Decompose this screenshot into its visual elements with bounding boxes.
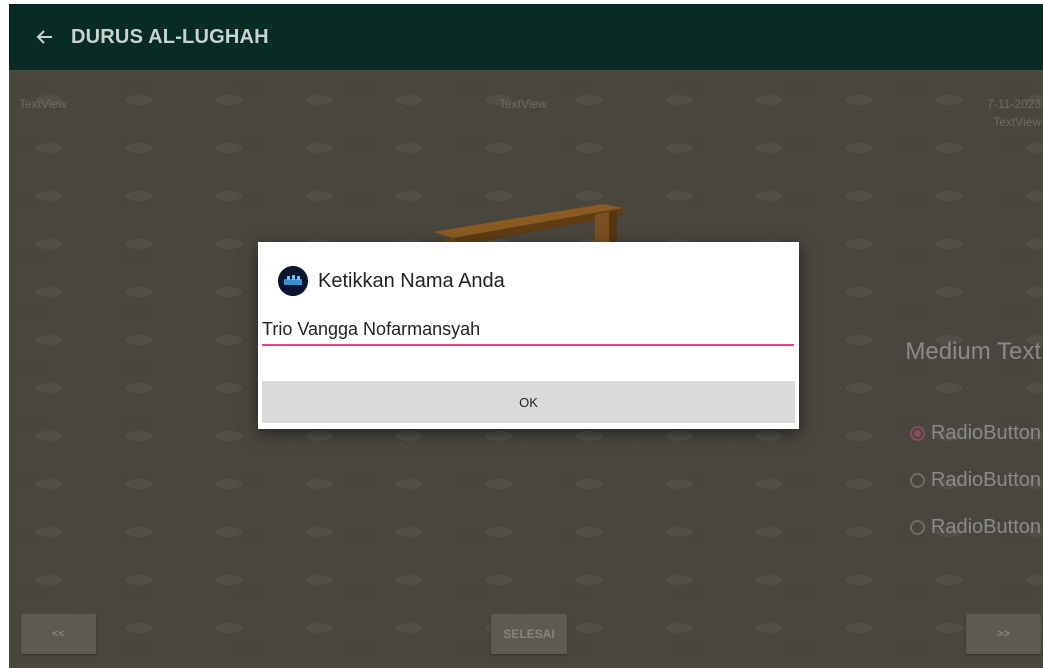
radio-label: RadioButton [930,516,1041,538]
finish-button[interactable]: SELESAI [491,614,567,654]
next-button[interactable]: >> [966,614,1041,654]
radio-checked-icon [909,426,925,441]
textview-center: TextView [499,97,547,111]
app-window: DURUS AL-LUGHAH TextView TextView 7-11-2… [9,4,1043,668]
app-toolbar: DURUS AL-LUGHAH [9,4,1043,70]
arrow-left-icon [36,30,52,44]
answer-radio-group: RadioButton RadioButton RadioButton [909,410,1041,551]
radio-unchecked-icon [909,473,925,488]
name-input[interactable] [262,316,794,346]
back-button[interactable] [33,25,57,49]
radio-label: RadioButton [930,422,1041,444]
toolbar-title: DURUS AL-LUGHAH [71,25,269,48]
radio-unchecked-icon [909,520,925,535]
dialog-title: Ketikkan Nama Anda [318,269,505,292]
radio-option-2[interactable]: RadioButton [909,457,1041,504]
ok-button[interactable]: OK [262,381,795,423]
name-dialog: Ketikkan Nama Anda OK [258,242,799,429]
date-label: 7-11-2023 [987,97,1041,111]
medium-text: Medium Text [905,338,1041,365]
textview-right: TextView [993,115,1041,129]
textview-left: TextView [19,97,67,111]
radio-option-1[interactable]: RadioButton [909,410,1041,457]
radio-label: RadioButton [930,469,1041,491]
dialog-header: Ketikkan Nama Anda [278,266,505,296]
app-logo-icon [278,266,308,296]
radio-option-3[interactable]: RadioButton [909,504,1041,551]
previous-button[interactable]: << [21,614,96,654]
